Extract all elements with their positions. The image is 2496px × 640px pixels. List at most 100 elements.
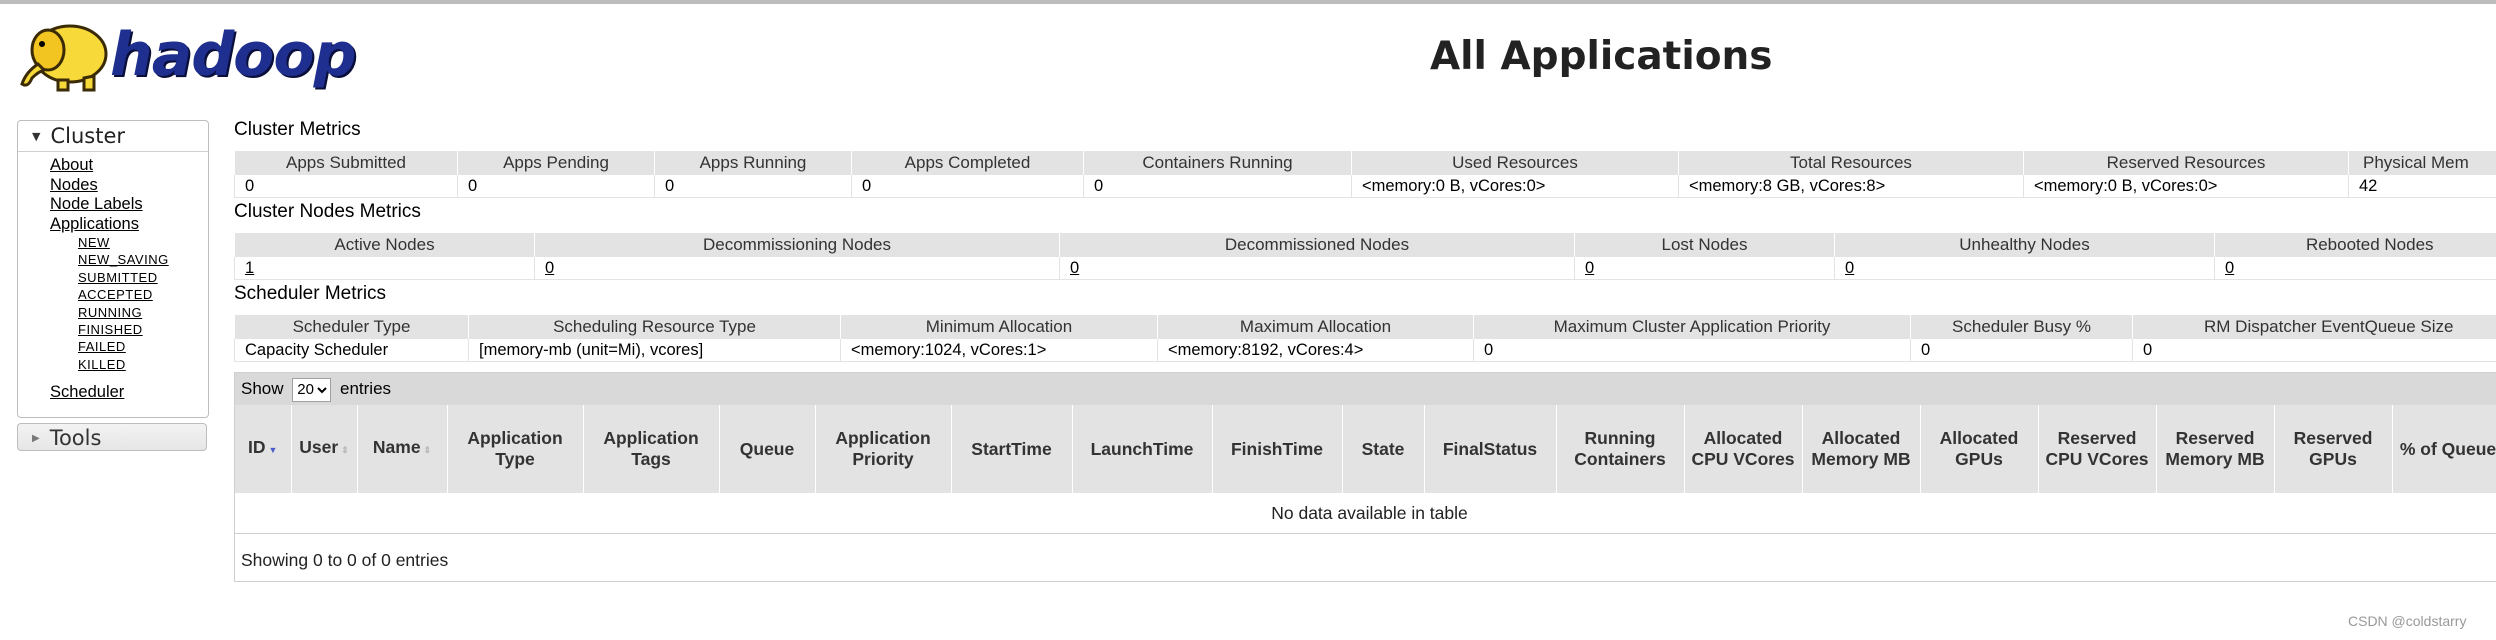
sidebar-state-new-saving[interactable]: NEW_SAVING [78, 251, 208, 268]
column-header-application-priority[interactable]: Application Priority [815, 405, 952, 493]
sidebar-state-running[interactable]: RUNNING [78, 304, 208, 321]
sidebar-link-node-labels[interactable]: Node Labels [50, 195, 208, 215]
column-header-allocated-cpu-vcores[interactable]: Allocated CPU VCores [1684, 405, 1803, 493]
sort-icon: ⇕ [423, 445, 432, 455]
column-header-allocated-memory-mb[interactable]: Allocated Memory MB [1802, 405, 1921, 493]
column-header-name[interactable]: Name ⇕ [357, 405, 448, 493]
sidebar-state-submitted[interactable]: SUBMITTED [78, 269, 208, 286]
active-nodes-link[interactable]: 1 [245, 259, 254, 277]
sidebar-state-failed[interactable]: FAILED [78, 338, 208, 355]
sidebar-state-finished[interactable]: FINISHED [78, 321, 208, 338]
column-header-reserved-gpus[interactable]: Reserved GPUs [2274, 405, 2393, 493]
column-header-id[interactable]: ID ▼ [235, 405, 292, 493]
metric-value: <memory:8192, vCores:4> [1157, 339, 1474, 362]
metric-value: <memory:0 B, vCores:0> [2023, 175, 2349, 198]
entries-label: entries [340, 379, 392, 398]
metric-value: 0 [1910, 339, 2133, 362]
cluster-metrics-title: Cluster Metrics [234, 119, 361, 140]
sort-desc-icon: ▼ [268, 445, 278, 455]
show-label: Show [241, 379, 284, 398]
column-header-label: Reserved CPU VCores [2045, 428, 2149, 469]
column-header-label: User [299, 437, 339, 457]
unhealthy-nodes-link[interactable]: 0 [1845, 259, 1854, 277]
sidebar-link-nodes[interactable]: Nodes [50, 176, 208, 196]
column-header-application-type[interactable]: Application Type [447, 405, 584, 493]
column-header-label: Name [372, 437, 421, 457]
metric-value: <memory:8 GB, vCores:8> [1678, 175, 2024, 198]
column-header-label: Reserved GPUs [2293, 428, 2373, 469]
column-header-queue[interactable]: Queue [719, 405, 816, 493]
sidebar-link-applications[interactable]: Applications [50, 215, 208, 235]
metric-value: 0 [1473, 339, 1911, 362]
column-header-user[interactable]: User ⇕ [291, 405, 358, 493]
metric-header: Apps Running [654, 151, 852, 175]
scheduler-metrics-title: Scheduler Metrics [234, 283, 387, 304]
applications-panel: Show 20 entries ID ▼ User ⇕ Name ⇕ Applicat… [234, 372, 2496, 582]
page-title: All Applications [1430, 34, 1773, 79]
caret-right-icon: ▶ [32, 433, 40, 444]
column-header-label: Running Containers [1574, 428, 1666, 469]
metric-header: Total Resources [1678, 151, 2024, 175]
sidebar-tools-label: Tools [49, 426, 102, 450]
table-info: Showing 0 to 0 of 0 entries [241, 550, 449, 570]
sidebar-cluster-header[interactable]: ▼ Cluster [18, 121, 208, 152]
top-border [0, 0, 2496, 4]
sidebar-state-killed[interactable]: KILLED [78, 356, 208, 373]
column-header-finish-time[interactable]: FinishTime [1212, 405, 1343, 493]
logo-wordmark: hadoop [110, 20, 357, 90]
entries-select[interactable]: 20 [292, 377, 332, 402]
column-header-label: Application Priority [835, 428, 931, 469]
metric-header: Scheduler Type [234, 315, 469, 339]
metric-header: Containers Running [1083, 151, 1352, 175]
sidebar-link-scheduler[interactable]: Scheduler [50, 383, 208, 403]
metric-value: 0 [1083, 175, 1352, 198]
scheduler-metrics-table: Scheduler Type Scheduling Resource Type … [234, 315, 2496, 362]
metric-value: 0 [457, 175, 655, 198]
column-header-launch-time[interactable]: LaunchTime [1072, 405, 1213, 493]
caret-down-icon: ▼ [32, 130, 41, 143]
column-header-final-status[interactable]: FinalStatus [1424, 405, 1557, 493]
sidebar-tools-header[interactable]: ▶ Tools [17, 423, 207, 451]
metric-header: Rebooted Nodes [2214, 233, 2496, 257]
applications-table: ID ▼ User ⇕ Name ⇕ Application Type Applica… [235, 405, 2496, 534]
column-header-label: LaunchTime [1090, 438, 1194, 459]
metric-value: <memory:0 B, vCores:0> [1351, 175, 1679, 198]
column-header-label: Reserved Memory MB [2165, 428, 2265, 469]
no-data-message: No data available in table [235, 493, 2496, 534]
sidebar-state-accepted[interactable]: ACCEPTED [78, 286, 208, 303]
metric-header: Apps Submitted [234, 151, 458, 175]
column-header-reserved-cpu-vcores[interactable]: Reserved CPU VCores [2038, 405, 2157, 493]
decommissioned-nodes-link[interactable]: 0 [1070, 259, 1079, 277]
metric-header: Maximum Cluster Application Priority [1473, 315, 1911, 339]
column-header-reserved-memory-mb[interactable]: Reserved Memory MB [2156, 405, 2275, 493]
metric-value: 0 [851, 175, 1084, 198]
metric-value: 0 [234, 175, 458, 198]
elephant-icon [20, 24, 108, 92]
column-header-label: % of Queue [2399, 438, 2496, 459]
rebooted-nodes-link[interactable]: 0 [2225, 259, 2234, 277]
sidebar-cluster-label: Cluster [50, 124, 126, 148]
column-header-running-containers[interactable]: Running Containers [1556, 405, 1685, 493]
column-header-label: FinishTime [1230, 438, 1324, 459]
column-header-label: ID [248, 437, 266, 457]
hadoop-logo[interactable]: hadoop [18, 14, 358, 96]
column-header-allocated-gpus[interactable]: Allocated GPUs [1920, 405, 2039, 493]
metric-value: Capacity Scheduler [234, 339, 469, 362]
column-header-label: Allocated CPU VCores [1691, 428, 1795, 469]
decommissioning-nodes-link[interactable]: 0 [545, 259, 554, 277]
cluster-metrics-table: Apps Submitted Apps Pending Apps Running… [234, 151, 2496, 198]
metric-header: Apps Pending [457, 151, 655, 175]
sidebar-link-about[interactable]: About [50, 156, 208, 176]
column-header-label: Application Tags [603, 428, 699, 469]
column-header-state[interactable]: State [1342, 405, 1425, 493]
sidebar-state-new[interactable]: NEW [78, 234, 208, 251]
column-header-label: Queue [739, 438, 795, 459]
node-metrics-table: Active Nodes Decommissioning Nodes Decom… [234, 233, 2496, 280]
lost-nodes-link[interactable]: 0 [1585, 259, 1594, 277]
sidebar-cluster-panel: ▼ Cluster About Nodes Node Labels Applica… [17, 120, 209, 418]
column-header-label: Application Type [467, 428, 563, 469]
column-header-percent-of-queue[interactable]: % of Queue [2392, 405, 2496, 493]
column-header-application-tags[interactable]: Application Tags [583, 405, 720, 493]
column-header-start-time[interactable]: StartTime [951, 405, 1073, 493]
metric-header: Reserved Resources [2023, 151, 2349, 175]
